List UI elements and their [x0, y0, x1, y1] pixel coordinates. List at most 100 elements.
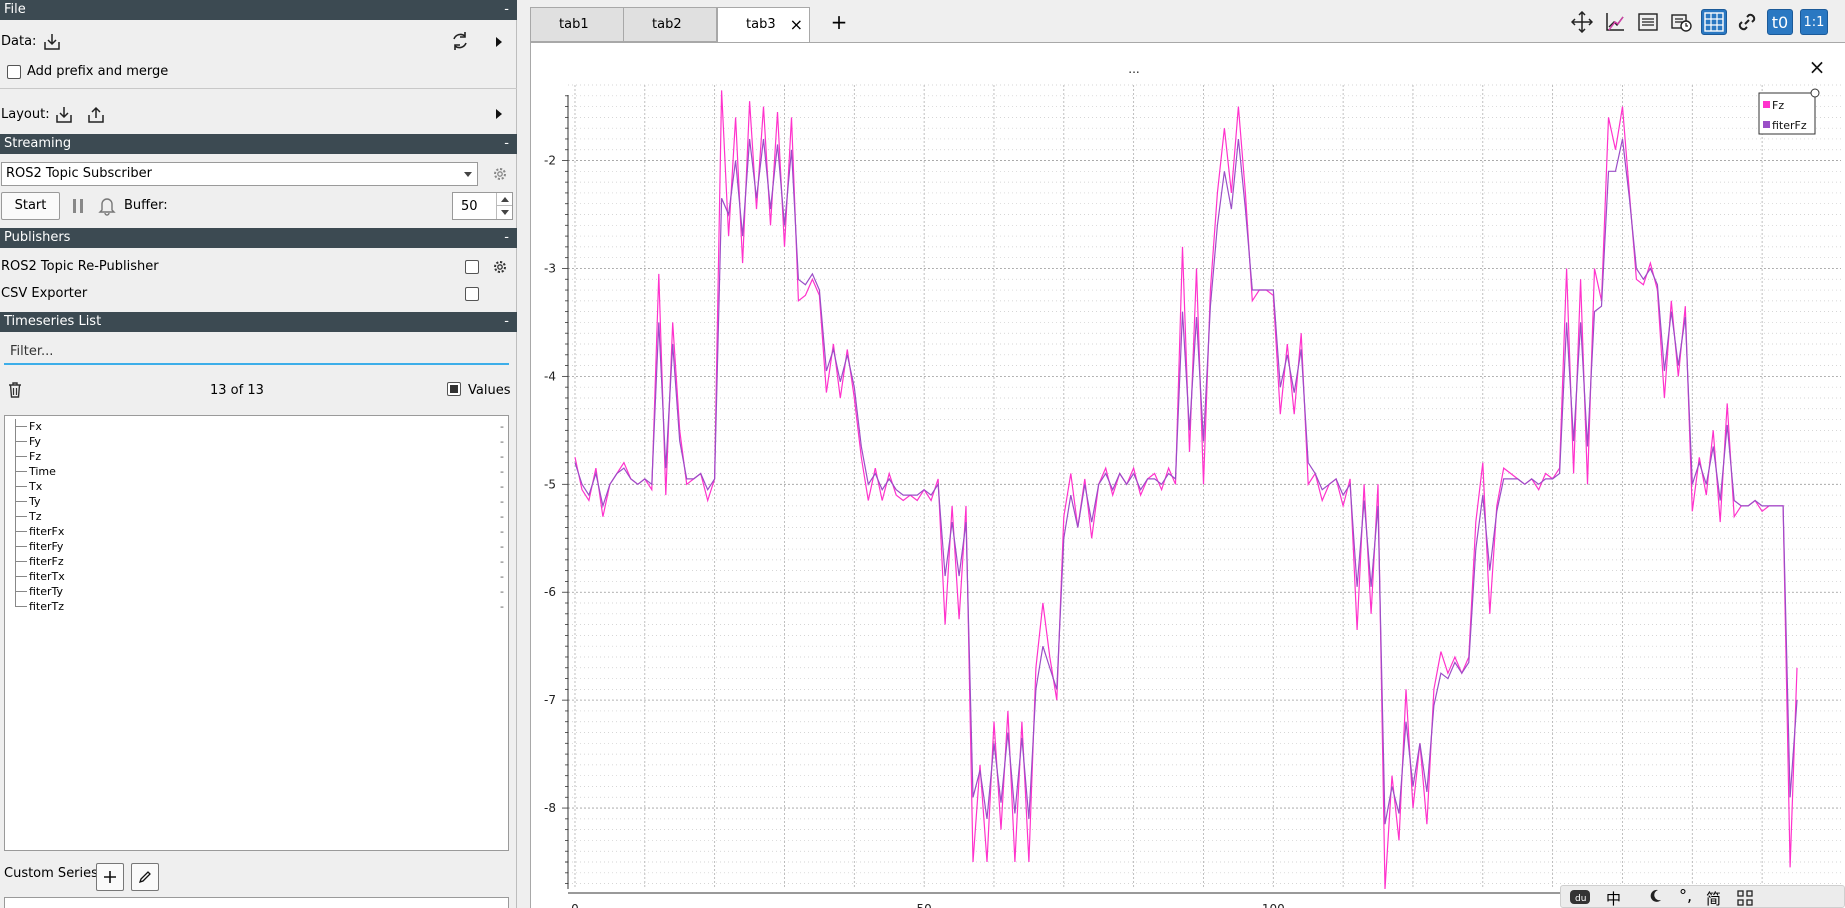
punctuation-icon[interactable]: °, [1679, 886, 1692, 905]
paw-icon[interactable]: du [1569, 888, 1591, 908]
t0-icon[interactable]: t0 [1767, 9, 1793, 35]
tree-item[interactable]: Time - [5, 464, 508, 479]
file-collapse-button[interactable]: - [504, 0, 509, 20]
moon-icon[interactable] [1647, 888, 1663, 908]
chevron-down-icon [464, 172, 472, 177]
tree-branch-line [15, 426, 27, 427]
tree-item-value: - [500, 585, 504, 598]
filter-input[interactable] [4, 339, 509, 365]
tree-item[interactable]: fiterFz - [5, 554, 508, 569]
tree-item-label: Fx [29, 420, 42, 433]
tree-item-value: - [500, 510, 504, 523]
tree-item-label: fiterFz [29, 555, 64, 568]
move-icon[interactable] [1569, 9, 1595, 35]
add-tab-button[interactable]: + [827, 10, 851, 36]
values-checkbox[interactable] [447, 382, 461, 396]
timeseries-collapse-button[interactable]: - [504, 312, 509, 332]
link-icon[interactable] [1734, 9, 1760, 35]
pause-icon[interactable] [67, 195, 89, 217]
add-custom-series-button[interactable] [96, 863, 124, 891]
tree-branch-line [15, 561, 27, 562]
tree-item-label: Time [29, 465, 56, 478]
x-tick-label: 0 [571, 902, 579, 908]
list-icon[interactable] [1635, 9, 1661, 35]
publisher-label-republisher: ROS2 Topic Re-Publisher [1, 259, 159, 274]
chinese-mode-label[interactable]: 中 [1606, 888, 1621, 908]
start-button[interactable]: Start [1, 192, 60, 220]
streaming-plugin-select[interactable]: ROS2 Topic Subscriber [1, 162, 478, 186]
tree-item-value: - [500, 450, 504, 463]
buffer-spinbox[interactable]: 50 [452, 192, 513, 220]
streaming-collapse-button[interactable]: - [504, 134, 509, 154]
tree-item[interactable]: fiterTy - [5, 584, 508, 599]
tree-item[interactable]: fiterFx - [5, 524, 508, 539]
trash-icon[interactable] [4, 379, 26, 401]
tree-item-value: - [500, 495, 504, 508]
tree-item[interactable]: Tz - [5, 509, 508, 524]
tab-label: tab2 [652, 17, 682, 32]
series-line-fiterFz[interactable] [574, 138, 1798, 825]
menu-grid-icon[interactable] [1737, 890, 1753, 908]
y-tick-label: -8 [544, 801, 556, 815]
publisher-checkbox-csv[interactable] [465, 287, 479, 301]
tab-tab3[interactable]: tab3 × [717, 7, 810, 43]
edit-custom-series-button[interactable] [131, 863, 159, 891]
streaming-settings-gear-icon[interactable] [489, 163, 511, 185]
time-icon[interactable] [1668, 9, 1694, 35]
load-layout-icon[interactable] [53, 104, 75, 126]
tree-item[interactable]: Fz - [5, 449, 508, 464]
ratio-icon[interactable]: 1:1 [1800, 9, 1828, 35]
tree-item-label: fiterFy [29, 540, 64, 553]
tree-item[interactable]: fiterTz - [5, 599, 508, 614]
plot-area: tab1 tab2 tab3 × + t0 1:1 -2 -3 -4 -5 -6 -7 -8… [524, 0, 1845, 908]
simplified-label[interactable]: 简 [1706, 888, 1721, 908]
timeseries-section-header[interactable]: Timeseries List - [0, 312, 517, 332]
tree-branch-line [15, 456, 27, 457]
tree-item-label: Tx [29, 480, 43, 493]
grid-icon[interactable] [1701, 9, 1727, 35]
plot-layout-icon[interactable] [1602, 9, 1628, 35]
tree-item[interactable]: fiterFy - [5, 539, 508, 554]
tree-item-value: - [500, 480, 504, 493]
tree-item-value: - [500, 525, 504, 538]
publisher-checkbox-republisher[interactable] [465, 260, 479, 274]
spin-up-icon[interactable] [496, 193, 512, 206]
tree-item[interactable]: Fx - [5, 419, 508, 434]
tab-tab2[interactable]: tab2 [623, 7, 717, 42]
tree-item[interactable]: Tx - [5, 479, 508, 494]
bell-icon[interactable] [96, 195, 118, 217]
tab-tab1[interactable]: tab1 [530, 7, 624, 42]
streaming-section-header[interactable]: Streaming - [0, 134, 517, 154]
legend-swatch [1763, 121, 1770, 128]
tree-item-label: fiterTx [29, 570, 65, 583]
timeseries-tree[interactable]: Fx - Fy - Fz - Time - Tx - Ty - Tz - fiterFx - fiterFy - f… [4, 415, 509, 851]
publisher-settings-gear-icon[interactable] [489, 256, 511, 278]
layout-menu-arrow-icon[interactable] [496, 109, 502, 119]
load-data-icon[interactable] [41, 31, 63, 53]
x-tick-label: 50 [916, 902, 931, 908]
chart[interactable]: -2 -3 -4 -5 -6 -7 -8 0 50 100... × Fz fiterFz [531, 43, 1845, 908]
series-line-Fz[interactable] [574, 90, 1798, 890]
spin-down-icon[interactable] [496, 206, 512, 219]
tree-item[interactable]: Fy - [5, 434, 508, 449]
y-tick-label: -2 [544, 154, 556, 168]
save-layout-icon[interactable] [85, 104, 107, 126]
tree-item-label: fiterTz [29, 600, 65, 613]
tab-close-icon[interactable]: × [790, 8, 803, 41]
tree-branch-line [15, 531, 27, 532]
y-tick-label: -3 [544, 261, 556, 275]
data-menu-arrow-icon[interactable] [496, 37, 502, 47]
reload-icon[interactable] [449, 30, 471, 52]
tree-item[interactable]: fiterTx - [5, 569, 508, 584]
plot-close-icon[interactable]: × [1809, 55, 1826, 79]
streaming-section-title: Streaming [4, 136, 72, 151]
legend-handle[interactable] [1810, 88, 1820, 98]
tree-item-value: - [500, 570, 504, 583]
file-section-header[interactable]: File - [0, 0, 517, 20]
tree-item[interactable]: Ty - [5, 494, 508, 509]
publishers-collapse-button[interactable]: - [504, 228, 509, 248]
plot-canvas[interactable]: -2 -3 -4 -5 -6 -7 -8 0 50 100... × Fz fiterFz [530, 42, 1845, 908]
publishers-section-header[interactable]: Publishers - [0, 228, 517, 248]
prefix-merge-checkbox[interactable] [7, 65, 21, 79]
custom-series-list[interactable] [4, 897, 509, 908]
